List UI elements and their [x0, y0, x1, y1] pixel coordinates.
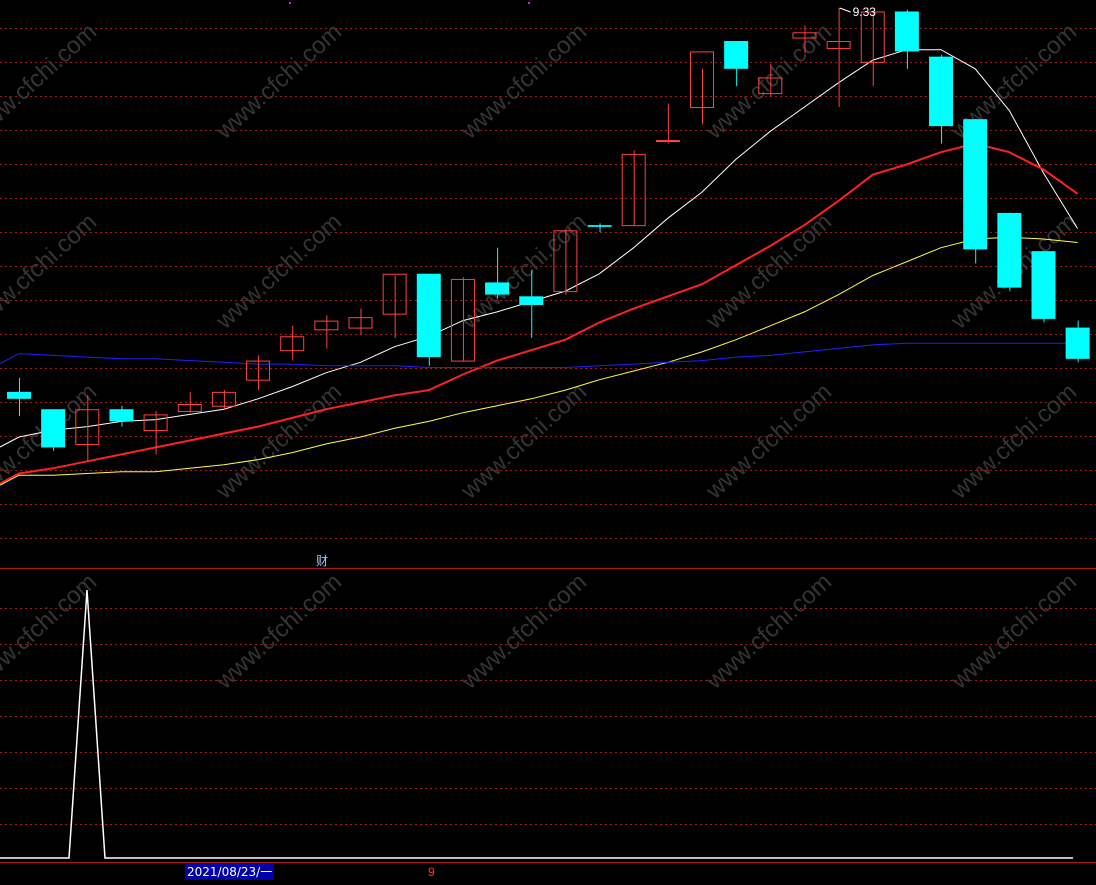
watermark-text: www.cfchi.com: [700, 568, 837, 695]
watermark-text: www.cfchi.com: [945, 568, 1082, 695]
candle-body-down: [485, 282, 510, 295]
watermark-text: www.cfchi.com: [455, 18, 592, 145]
candle-body-down: [1031, 251, 1056, 319]
candle-body-down: [109, 409, 134, 422]
candle-body-down: [41, 409, 66, 448]
candle-body-down: [7, 391, 31, 399]
watermark-text: www.cfchi.com: [210, 568, 347, 695]
candle-body-down: [929, 56, 954, 127]
watermark-text: www.cfchi.com: [210, 378, 347, 505]
candle-body-down: [894, 11, 919, 52]
top-marker: [528, 2, 530, 4]
finance-info-marker[interactable]: 财: [316, 552, 328, 569]
candle-body-down: [724, 41, 749, 69]
watermark-text: www.cfchi.com: [455, 208, 592, 335]
cursor-value-label: 9: [428, 865, 435, 879]
candle-body-down: [587, 225, 612, 227]
candle-body-down: [519, 296, 544, 305]
watermark-text: www.cfchi.com: [455, 378, 592, 505]
top-marker: [289, 2, 291, 4]
watermark-text: www.cfchi.com: [700, 378, 837, 505]
watermark-text: www.cfchi.com: [0, 208, 102, 335]
watermark-text: www.cfchi.com: [0, 18, 102, 145]
candle-body-down: [1065, 327, 1090, 359]
watermark-text: www.cfchi.com: [455, 568, 592, 695]
watermark-text: www.cfchi.com: [210, 18, 347, 145]
watermark-text: www.cfchi.com: [0, 568, 102, 695]
chart-canvas[interactable]: www.cfchi.com www.cfchi.com www.cfchi.com w…: [0, 0, 1096, 880]
candle-body-down: [963, 119, 988, 250]
candle-body-down: [997, 212, 1022, 288]
peak-price-label: 9.33: [853, 5, 877, 19]
watermark-text: www.cfchi.com: [945, 378, 1082, 505]
candle-body-down: [416, 273, 441, 358]
stock-chart[interactable]: www.cfchi.com www.cfchi.com www.cfchi.com w…: [0, 0, 1096, 880]
candle-body-up: [655, 140, 680, 142]
cursor-date-label: 2021/08/23/一: [185, 864, 275, 880]
watermark-text: www.cfchi.com: [700, 208, 837, 335]
peak-pointer: [839, 7, 851, 13]
